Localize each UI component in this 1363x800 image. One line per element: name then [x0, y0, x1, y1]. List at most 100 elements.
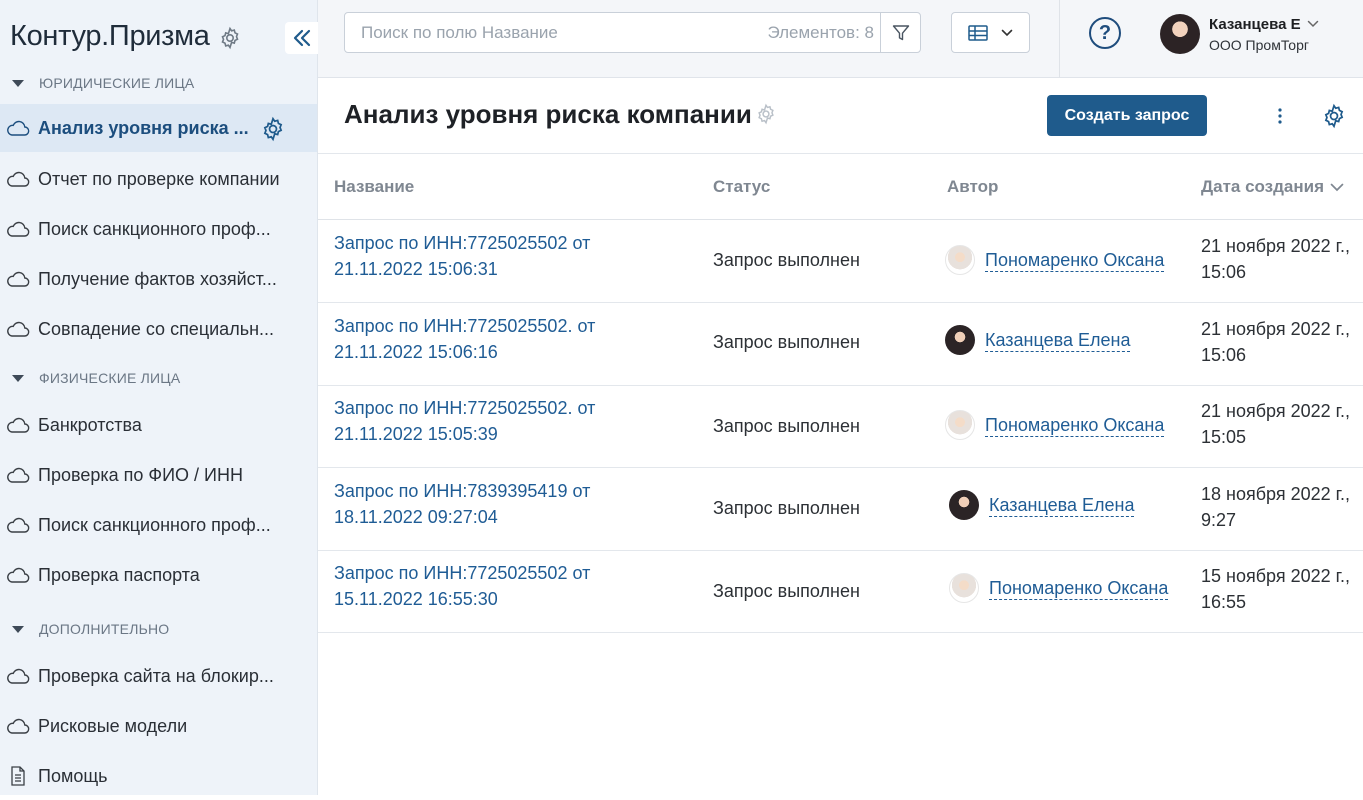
avatar [949, 573, 979, 603]
user-menu[interactable]: Казанцева Е ООО ПромТорг [1160, 13, 1319, 55]
user-name-text: Казанцева Е [1209, 15, 1301, 33]
avatar [1160, 14, 1200, 54]
author-link[interactable]: Казанцева Елена [949, 490, 1135, 520]
gear-icon[interactable] [218, 26, 242, 50]
section-individuals[interactable]: ФИЗИЧЕСКИЕ ЛИЦА [12, 368, 180, 388]
avatar [949, 490, 979, 520]
column-header-status[interactable]: Статус [713, 177, 770, 197]
caret-down-icon [12, 625, 24, 633]
settings-gear-icon[interactable] [1321, 103, 1347, 129]
sidebar-item-label: Поиск санкционного проф... [38, 218, 271, 239]
author-name: Пономаренко Оксана [989, 577, 1169, 600]
cloud-icon [5, 219, 31, 239]
sidebar-item-sanctions-profile[interactable]: Поиск санкционного проф... [0, 205, 317, 253]
cloud-icon [5, 565, 31, 585]
sidebar-item-label: Отчет по проверке компании [38, 168, 280, 189]
sidebar-item-help[interactable]: Помощь [0, 752, 317, 800]
table-view-icon [968, 24, 988, 41]
view-mode-button[interactable] [951, 12, 1030, 53]
cloud-icon [5, 269, 31, 289]
request-link[interactable]: Запрос по ИНН:7725025502 от 15.11.2022 1… [334, 560, 634, 612]
status-text: Запрос выполнен [713, 332, 860, 352]
sidebar-item-risk-models[interactable]: Рисковые модели [0, 702, 317, 750]
status-text: Запрос выполнен [713, 250, 860, 270]
brand: Контур.Призма [10, 16, 242, 56]
section-additional[interactable]: ДОПОЛНИТЕЛЬНО [12, 619, 169, 639]
double-chevron-left-icon [293, 29, 311, 47]
user-info: Казанцева Е ООО ПромТорг [1209, 16, 1319, 53]
request-link[interactable]: Запрос по ИНН:7725025502 от 21.11.2022 1… [334, 230, 634, 282]
page-title: Анализ уровня риска компании [344, 99, 752, 129]
user-name: Казанцева Е [1209, 16, 1319, 33]
question-icon: ? [1098, 21, 1112, 44]
cloud-icon [5, 415, 31, 435]
request-link[interactable]: Запрос по ИНН:7725025502. от 21.11.2022 … [334, 395, 634, 447]
sidebar-item-label: Рисковые модели [38, 715, 188, 736]
collapse-sidebar-button[interactable] [285, 22, 319, 54]
sidebar-item-risk-analysis[interactable]: Анализ уровня риска ... [0, 104, 317, 152]
sidebar-item-label: Банкротства [38, 414, 142, 435]
sidebar: Контур.Призма ЮРИДИЧЕСКИЕ ЛИЦА ФИЗИЧЕСКИ… [0, 0, 319, 795]
top-bar: Элементов: 8 ? Казанцева Е ООО ПромТорг [318, 0, 1363, 78]
user-org: ООО ПромТорг [1209, 36, 1309, 53]
items-count: Элементов: 8 [767, 23, 874, 42]
avatar [945, 325, 975, 355]
column-header-date[interactable]: Дата создания [1201, 177, 1344, 197]
document-icon [5, 766, 31, 786]
section-label: ЮРИДИЧЕСКИЕ ЛИЦА [39, 75, 195, 91]
author-link[interactable]: Казанцева Елена [945, 325, 1131, 355]
author-link[interactable]: Пономаренко Оксана [945, 410, 1165, 440]
created-date: 21 ноября 2022 г., 15:05 [1201, 401, 1351, 447]
cloud-icon [5, 169, 31, 189]
column-header-name[interactable]: Название [334, 177, 414, 197]
cloud-icon [5, 666, 31, 686]
table-row[interactable]: Запрос по ИНН:7725025502 от 21.11.2022 1… [318, 220, 1363, 303]
sidebar-item-sanctions-profile-person[interactable]: Поиск санкционного проф... [0, 501, 317, 549]
gear-icon[interactable] [260, 116, 286, 142]
status-text: Запрос выполнен [713, 581, 860, 601]
section-label: ДОПОЛНИТЕЛЬНО [39, 621, 170, 637]
cloud-icon [5, 465, 31, 485]
status-text: Запрос выполнен [713, 416, 860, 436]
created-date: 21 ноября 2022 г., 15:06 [1201, 319, 1351, 365]
sidebar-item-label: Совпадение со специальн... [38, 318, 275, 339]
table-row[interactable]: Запрос по ИНН:7725025502. от 21.11.2022 … [318, 385, 1363, 468]
sidebar-item-special-match[interactable]: Совпадение со специальн... [0, 305, 317, 353]
help-button[interactable]: ? [1089, 17, 1121, 49]
author-link[interactable]: Пономаренко Оксана [945, 245, 1165, 275]
table-row[interactable]: Запрос по ИНН:7839395419 от 18.11.2022 0… [318, 468, 1363, 551]
cloud-icon [5, 515, 31, 535]
gear-icon[interactable] [755, 103, 777, 125]
sidebar-item-label: Поиск санкционного проф... [38, 514, 271, 535]
created-date: 18 ноября 2022 г., 9:27 [1201, 484, 1351, 530]
sidebar-item-bankruptcies[interactable]: Банкротства [0, 401, 317, 449]
sort-chevron-down-icon [1330, 183, 1344, 191]
sidebar-item-label: Проверка сайта на блокир... [38, 665, 274, 686]
request-link[interactable]: Запрос по ИНН:7839395419 от 18.11.2022 0… [334, 478, 634, 530]
request-link[interactable]: Запрос по ИНН:7725025502. от 21.11.2022 … [334, 313, 634, 365]
author-name: Казанцева Елена [989, 494, 1135, 517]
search-box: Элементов: 8 [344, 12, 921, 53]
created-date: 15 ноября 2022 г., 16:55 [1201, 566, 1351, 612]
sidebar-item-business-facts[interactable]: Получение фактов хозяйст... [0, 255, 317, 303]
search-input[interactable] [345, 22, 735, 43]
sidebar-item-site-block-check[interactable]: Проверка сайта на блокир... [0, 652, 317, 700]
chevron-down-icon [1307, 20, 1318, 28]
author-link[interactable]: Пономаренко Оксана [949, 573, 1169, 603]
sidebar-item-passport-check[interactable]: Проверка паспорта [0, 551, 317, 599]
more-menu-button[interactable] [1270, 104, 1290, 128]
sidebar-item-fio-inn-check[interactable]: Проверка по ФИО / ИНН [0, 451, 317, 499]
section-label: ФИЗИЧЕСКИЕ ЛИЦА [39, 370, 181, 386]
table-row[interactable]: Запрос по ИНН:7725025502 от 15.11.2022 1… [318, 550, 1363, 633]
avatar [945, 410, 975, 440]
create-request-button[interactable]: Создать запрос [1047, 95, 1207, 136]
sidebar-item-company-report[interactable]: Отчет по проверке компании [0, 155, 317, 203]
filter-button[interactable] [880, 13, 920, 52]
author-name: Пономаренко Оксана [985, 249, 1165, 272]
table-row[interactable]: Запрос по ИНН:7725025502. от 21.11.2022 … [318, 303, 1363, 386]
sidebar-item-label: Получение фактов хозяйст... [38, 268, 277, 289]
cloud-icon [5, 319, 31, 339]
divider [318, 153, 1363, 154]
column-header-author[interactable]: Автор [947, 177, 998, 197]
section-legal-entities[interactable]: ЮРИДИЧЕСКИЕ ЛИЦА [12, 73, 194, 93]
